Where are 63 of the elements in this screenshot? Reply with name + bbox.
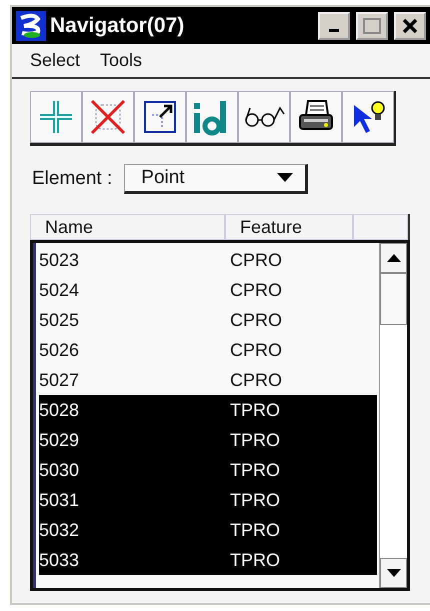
- feature-cell-text: TPRO: [230, 490, 282, 510]
- feature-cell-text: CPRO: [230, 250, 284, 270]
- name-cell-text: 5026: [39, 340, 80, 360]
- scrollbar[interactable]: [379, 243, 407, 588]
- list-row[interactable]: 5033 TPRO: [39, 545, 377, 575]
- window-title: Navigator(07): [50, 14, 186, 38]
- menu-item[interactable]: Tools: [100, 50, 142, 71]
- add-button[interactable]: [30, 91, 82, 143]
- maximize-icon: [363, 18, 381, 34]
- name-cell-text: 5031: [39, 490, 80, 510]
- name-cell-text: 5033: [39, 550, 80, 570]
- list-row[interactable]: 5028 TPRO: [39, 395, 377, 425]
- feature-cell-text: TPRO: [230, 520, 282, 540]
- name-cell-text: 5025: [39, 310, 80, 330]
- element-label: Element :: [32, 168, 112, 190]
- feature-cell-text: CPRO: [230, 370, 284, 390]
- feature-cell-text: TPRO: [230, 430, 282, 450]
- close-icon: [402, 18, 418, 34]
- scroll-thumb[interactable]: [380, 273, 407, 325]
- column-header[interactable]: Name: [30, 214, 225, 240]
- app-logo-icon: [16, 10, 46, 40]
- glasses-button[interactable]: [238, 91, 290, 143]
- minimize-icon: [329, 29, 339, 32]
- up-arrow-icon: [386, 254, 400, 262]
- id-button[interactable]: [186, 91, 238, 143]
- feature-cell-text: TPRO: [230, 400, 282, 420]
- list-row[interactable]: 5026 CPRO: [39, 335, 377, 365]
- pointer-bulb-button[interactable]: [342, 91, 394, 143]
- name-cell-text: 5032: [39, 520, 80, 540]
- feature-cell-text: CPRO: [230, 340, 284, 360]
- scroll-up-button[interactable]: [380, 243, 407, 273]
- feature-cell-text: TPRO: [230, 550, 282, 570]
- name-cell-text: 5027: [39, 370, 80, 390]
- list-row[interactable]: 5031 TPRO: [39, 485, 377, 515]
- list-row[interactable]: 5030 TPRO: [39, 455, 377, 485]
- maximize-button[interactable]: [356, 12, 388, 40]
- name-cell-text: 5030: [39, 460, 80, 480]
- feature-cell-text: TPRO: [230, 460, 282, 480]
- name-cell-text: 5029: [39, 430, 80, 450]
- name-cell-text: 5024: [39, 280, 80, 300]
- column-header[interactable]: Feature: [225, 214, 353, 240]
- expand-button[interactable]: [134, 91, 186, 143]
- cross-icon: [88, 97, 128, 137]
- feature-cell-text: CPRO: [230, 310, 284, 330]
- list-row[interactable]: 5032 TPRO: [39, 515, 377, 545]
- list-row[interactable]: 5023 CPRO: [39, 245, 377, 275]
- expand-icon: [142, 99, 178, 135]
- caret-icon: [277, 173, 294, 183]
- element-dropdown[interactable]: Point: [124, 164, 308, 194]
- print-button[interactable]: [290, 91, 342, 143]
- list-row[interactable]: 5025 CPRO: [39, 305, 377, 335]
- scroll-down-button[interactable]: [380, 558, 407, 588]
- close-button[interactable]: [394, 12, 426, 40]
- name-cell-text: 5023: [39, 250, 80, 270]
- feature-cell-text: CPRO: [230, 280, 284, 300]
- delete-button[interactable]: [82, 91, 134, 143]
- list-row[interactable]: 5027 CPRO: [39, 365, 377, 395]
- menu-item[interactable]: Select: [30, 50, 80, 71]
- name-cell-text: 5028: [39, 400, 80, 420]
- minimize-button[interactable]: [318, 12, 350, 40]
- list-row[interactable]: 5024 CPRO: [39, 275, 377, 305]
- down-arrow-icon: [386, 569, 400, 577]
- list-row[interactable]: 5029 TPRO: [39, 425, 377, 455]
